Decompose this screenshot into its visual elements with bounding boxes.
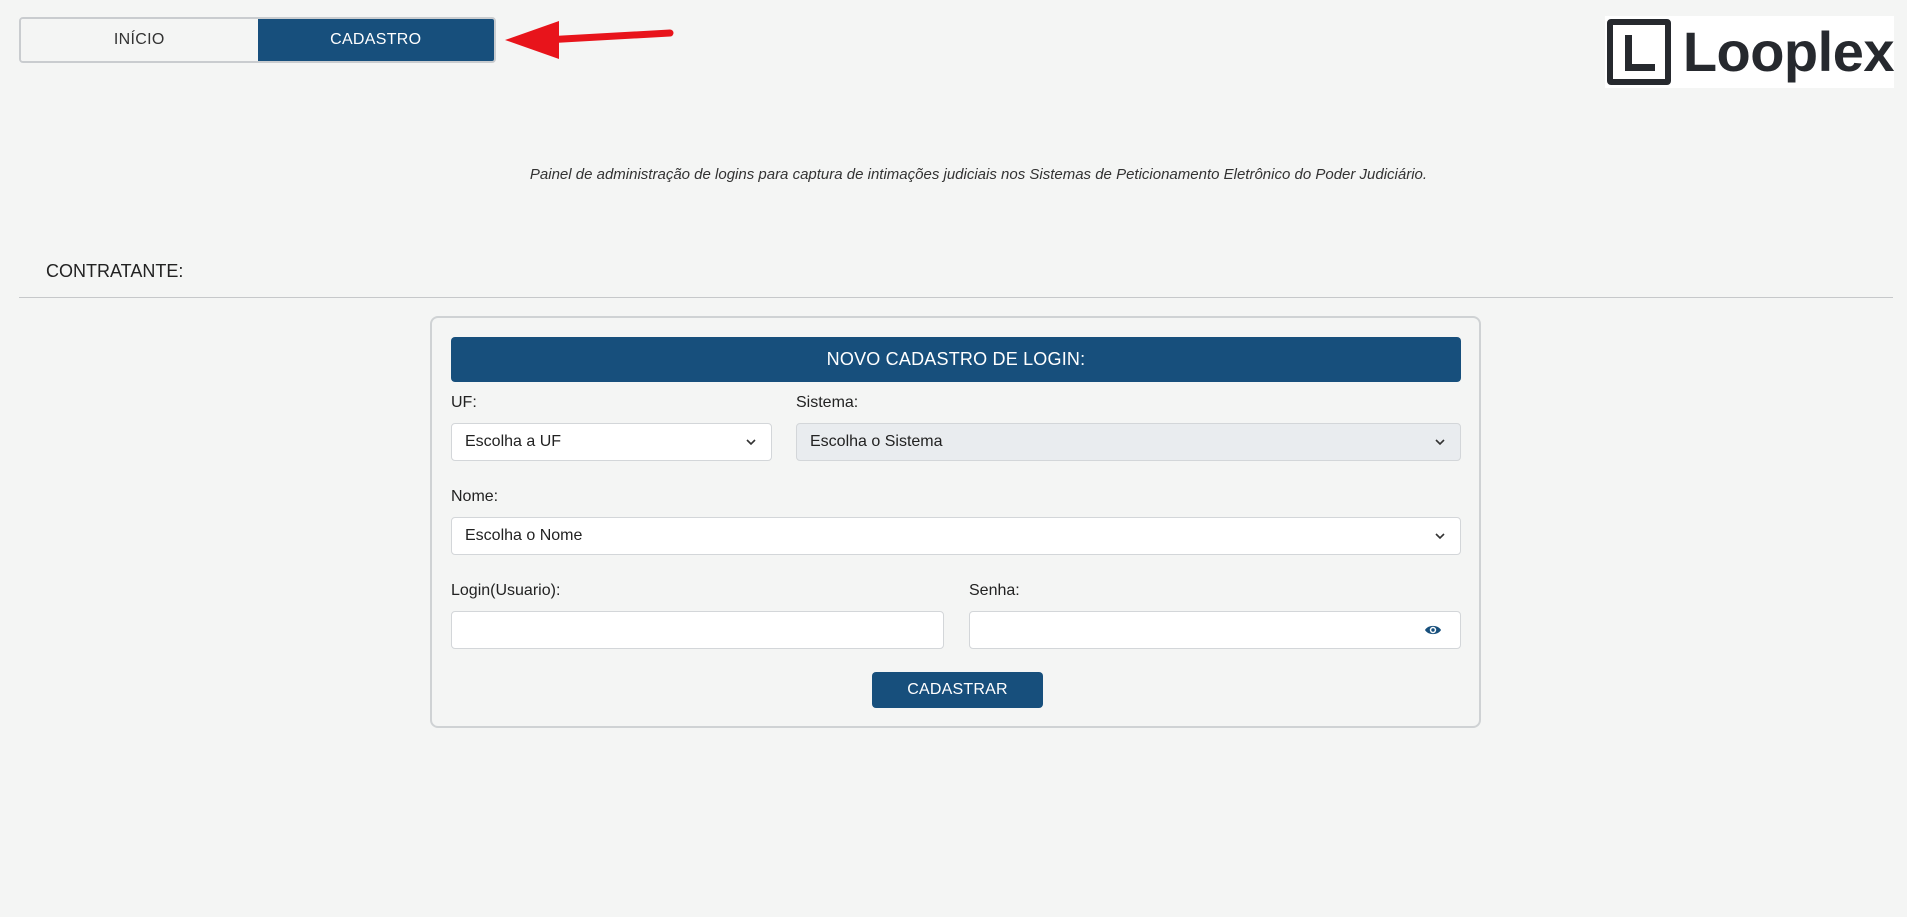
nav-tabs: INÍCIO CADASTRO (19, 17, 496, 63)
looplex-logo: Looplex (1605, 16, 1895, 88)
login-registration-card: NOVO CADASTRO DE LOGIN: UF: Escolha a UF… (430, 316, 1481, 728)
login-input[interactable] (465, 620, 943, 640)
login-input-wrapper (451, 611, 944, 649)
eye-icon[interactable] (1424, 623, 1442, 637)
uf-select-value: Escolha a UF (465, 433, 562, 450)
sistema-select[interactable]: Escolha o Sistema (796, 423, 1461, 461)
page-subtitle: Painel de administração de logins para c… (529, 166, 1428, 183)
senha-label: Senha: (969, 582, 1020, 599)
card-title: NOVO CADASTRO DE LOGIN: (451, 337, 1461, 382)
tab-cadastro[interactable]: CADASTRO (257, 19, 494, 61)
nome-label: Nome: (451, 488, 499, 505)
chevron-down-icon (746, 439, 756, 446)
uf-label: UF: (451, 394, 477, 411)
chevron-down-icon (1435, 439, 1445, 446)
divider (19, 297, 1893, 298)
senha-input-wrapper (969, 611, 1461, 649)
tab-inicio[interactable]: INÍCIO (21, 19, 258, 61)
sistema-select-value: Escolha o Sistema (810, 433, 943, 450)
logo-text: Looplex (1682, 20, 1895, 83)
sistema-label: Sistema: (796, 394, 859, 411)
uf-select[interactable]: Escolha a UF (451, 423, 772, 461)
nome-select-value: Escolha o Nome (465, 527, 583, 544)
login-label: Login(Usuario): (451, 582, 561, 599)
red-arrow-icon (505, 21, 674, 59)
logo-mark-icon (1607, 19, 1671, 85)
cadastrar-button[interactable]: CADASTRAR (872, 672, 1043, 708)
nome-select[interactable]: Escolha o Nome (451, 517, 1461, 555)
contratante-label: CONTRATANTE: (46, 261, 184, 281)
chevron-down-icon (1435, 533, 1445, 540)
senha-input[interactable] (983, 620, 1417, 640)
